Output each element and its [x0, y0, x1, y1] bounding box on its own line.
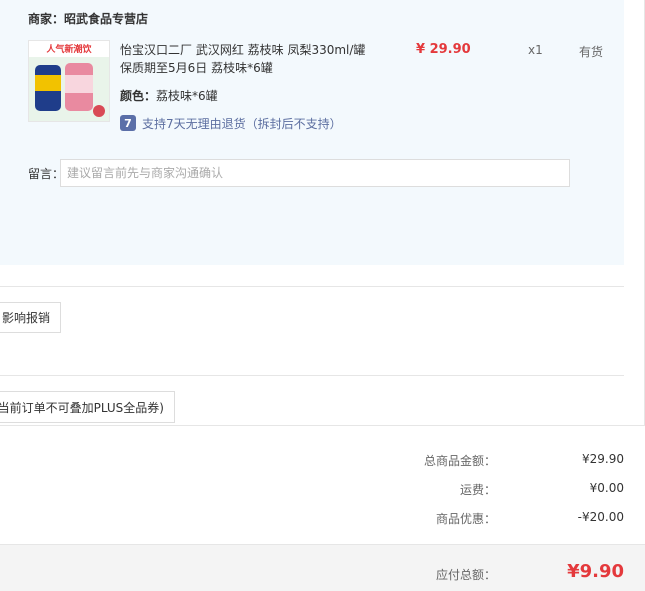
merchant-name[interactable]: 昭武食品专营店	[64, 12, 148, 26]
discount-value: -¥20.00	[577, 510, 624, 524]
color-label: 颜色：	[120, 89, 157, 103]
invoice-button[interactable]: 影响报销	[0, 302, 61, 333]
thumbnail-banner-text: 人气新潮饮	[46, 45, 92, 55]
product-thumbnail[interactable]: 人气新潮饮	[28, 40, 110, 122]
product-quantity: x1	[528, 43, 543, 57]
product-price: ¥ 29.90	[416, 42, 471, 57]
subtotal-value: ¥29.90	[582, 452, 624, 466]
coupon-button[interactable]: 当前订单不可叠加PLUS全品券)	[0, 391, 175, 423]
section-divider	[0, 286, 624, 287]
seven-day-return-icon: 7	[120, 115, 136, 131]
merchant-line: 商家：昭武食品专营店	[28, 10, 148, 27]
total-value: ¥9.90	[567, 561, 624, 582]
product-title[interactable]: 怡宝汉口二厂 武汉网红 荔枝味 凤梨330ml/罐 保质期至5月6日 荔枝味*6…	[120, 41, 380, 77]
shipping-value: ¥0.00	[589, 481, 624, 495]
return-policy-text: 支持7天无理由退货（拆封后不支持）	[142, 116, 342, 131]
note-input[interactable]	[60, 159, 570, 187]
product-color: 颜色：荔枝味*6罐	[120, 87, 218, 104]
subtotal-label: 总商品金额：	[423, 454, 496, 468]
note-label: 留言：	[28, 167, 65, 181]
section-divider	[0, 375, 624, 376]
summary-divider	[0, 425, 645, 426]
merchant-label: 商家：	[28, 12, 65, 26]
stock-status: 有货	[579, 45, 604, 59]
return-policy[interactable]: 7 支持7天无理由退货（拆封后不支持）	[120, 114, 342, 132]
discount-label: 商品优惠：	[435, 512, 496, 526]
total-label: 应付总额：	[435, 568, 496, 582]
shipping-label: 运费：	[459, 483, 496, 497]
color-value: 荔枝味*6罐	[156, 89, 218, 103]
